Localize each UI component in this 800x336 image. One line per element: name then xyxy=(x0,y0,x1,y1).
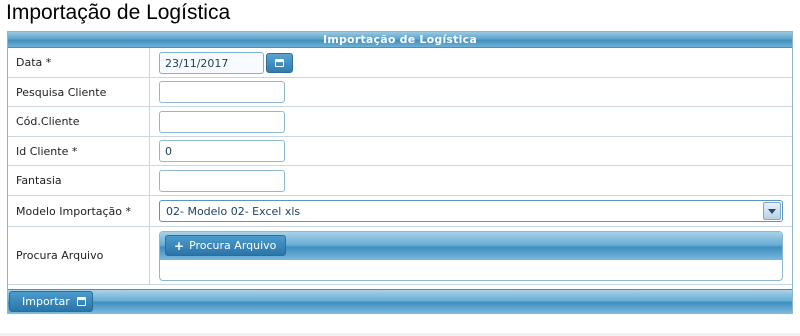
pesquisa-cliente-label: Pesquisa Cliente xyxy=(16,86,107,99)
plus-icon: + xyxy=(174,238,185,253)
modelo-importacao-value: 02- Modelo 02- Excel xls xyxy=(166,204,301,218)
panel-header-title: Importação de Logística xyxy=(323,33,477,46)
modelo-importacao-label: Modelo Importação * xyxy=(16,205,132,218)
fantasia-input[interactable] xyxy=(159,170,285,192)
fantasia-label: Fantasia xyxy=(16,174,62,187)
file-upload-toolbar: + Procura Arquivo xyxy=(160,232,782,260)
procura-arquivo-button-label: Procura Arquivo xyxy=(189,239,277,252)
save-icon xyxy=(76,297,86,306)
calendar-button[interactable] xyxy=(266,53,293,73)
importar-button-label: Importar xyxy=(22,295,70,308)
row-id-cliente: Id Cliente * xyxy=(8,137,792,166)
id-cliente-label: Id Cliente * xyxy=(16,145,78,158)
pesquisa-cliente-input[interactable] xyxy=(159,81,285,103)
file-upload-box: + Procura Arquivo xyxy=(159,231,783,281)
id-cliente-input[interactable] xyxy=(159,140,285,162)
row-fantasia: Fantasia xyxy=(8,166,792,196)
row-pesquisa-cliente: Pesquisa Cliente xyxy=(8,78,792,107)
form-footer: Importar xyxy=(8,289,792,313)
data-label: Data * xyxy=(16,56,52,69)
row-cod-cliente: Cód.Cliente xyxy=(8,107,792,137)
procura-arquivo-button[interactable]: + Procura Arquivo xyxy=(165,235,287,256)
date-field[interactable] xyxy=(159,52,264,74)
row-data: Data * xyxy=(8,48,792,78)
import-form-panel: Importação de Logística Data * Pesquisa … xyxy=(7,31,793,314)
row-procura-arquivo: Procura Arquivo + Procura Arquivo xyxy=(8,227,792,285)
cod-cliente-input[interactable] xyxy=(159,111,285,133)
panel-header: Importação de Logística xyxy=(8,32,792,48)
importar-button[interactable]: Importar xyxy=(9,291,93,312)
row-modelo-importacao: Modelo Importação * 02- Modelo 02- Excel… xyxy=(8,196,792,227)
select-dropdown-button[interactable] xyxy=(763,202,781,220)
calendar-icon xyxy=(275,59,284,67)
page-title: Importação de Logística xyxy=(6,1,231,24)
modelo-importacao-select[interactable]: 02- Modelo 02- Excel xls xyxy=(159,200,783,222)
cod-cliente-label: Cód.Cliente xyxy=(16,115,80,128)
chevron-down-icon xyxy=(768,208,776,214)
procura-arquivo-label: Procura Arquivo xyxy=(16,249,104,262)
